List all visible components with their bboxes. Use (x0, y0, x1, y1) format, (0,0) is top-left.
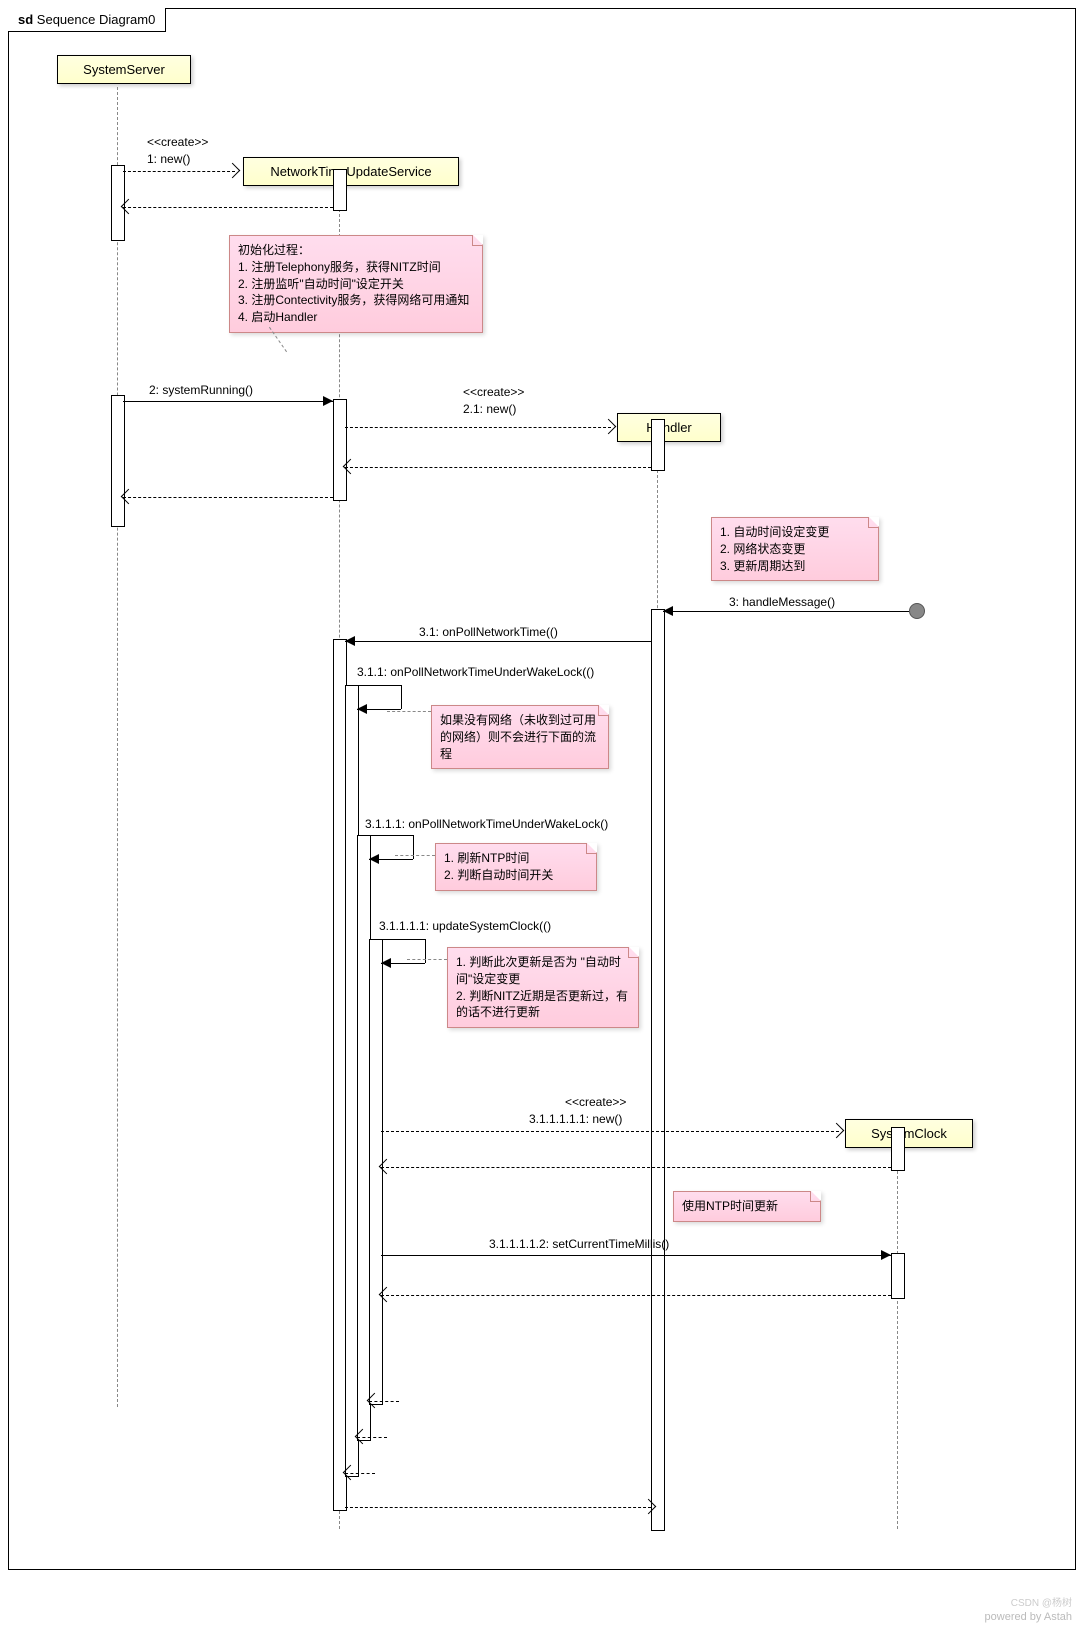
arrow-head (663, 606, 673, 616)
note-nonetwork: 如果没有网络（未收到过可用的网络）则不会进行下面的流程 (431, 705, 609, 769)
lifeline-line (117, 87, 118, 1407)
arrow (381, 1131, 839, 1132)
msg-311112: 3.1.1.1.1.2: setCurrentTimeMillis() (489, 1237, 669, 1251)
activation (111, 395, 125, 527)
msg-2: 2: systemRunning() (149, 383, 253, 397)
arrow-head (323, 396, 333, 406)
note-trigger: 1. 自动时间设定变更 2. 网络状态变更 3. 更新周期达到 (711, 517, 879, 581)
arrow (381, 1255, 891, 1256)
arrow (663, 611, 909, 612)
arrow (123, 207, 333, 208)
msg-1-new: 1: new() (147, 152, 190, 166)
arrow (123, 401, 333, 402)
msg-create311111-stereo: <<create>> (565, 1095, 626, 1109)
activation (651, 609, 665, 1531)
msg-21: 2.1: new() (463, 402, 516, 416)
note-connector (407, 959, 447, 960)
lifeline-systemclock: SystemClock (845, 1119, 973, 1148)
arrow-head (881, 1250, 891, 1260)
activation (369, 939, 383, 1405)
note-judge: 1. 判断此次更新是否为 "自动时间"设定变更 2. 判断NITZ近期是否更新过… (447, 947, 639, 1028)
frame-label: sd Sequence Diagram0 (8, 8, 166, 32)
msg-311111: 3.1.1.1.1.1: new() (529, 1112, 622, 1126)
activation (651, 419, 665, 471)
msg-31: 3.1: onPollNetworkTime(() (419, 625, 558, 639)
msg-create-stereo: <<create>> (147, 135, 208, 149)
arrow-head (345, 636, 355, 646)
arrow (345, 685, 401, 686)
note-ntp: 使用NTP时间更新 (673, 1191, 821, 1222)
activation (891, 1253, 905, 1299)
msg-3111: 3.1.1.1: onPollNetworkTimeUnderWakeLock(… (365, 817, 608, 831)
arrow (369, 939, 425, 940)
msg-3: 3: handleMessage() (729, 595, 835, 609)
arrow (345, 427, 611, 428)
arrow-head (369, 854, 379, 864)
msg-311: 3.1.1: onPollNetworkTimeUnderWakeLock(() (357, 665, 594, 679)
arrow (123, 497, 333, 498)
arrow (357, 835, 413, 836)
arrow-head (601, 419, 617, 435)
lifeline-ntus: NetworkTimeUpdateService (243, 157, 459, 186)
activation (333, 169, 347, 211)
arrow (345, 1507, 651, 1508)
arrow (401, 685, 402, 709)
arrow-head (829, 1123, 845, 1139)
found-msg-circle (909, 603, 925, 619)
arrow-head (225, 163, 241, 179)
arrow (345, 467, 651, 468)
msg-create21-stereo: <<create>> (463, 385, 524, 399)
activation (891, 1127, 905, 1171)
note-connector (395, 855, 435, 856)
msg-31111: 3.1.1.1.1: updateSystemClock(() (379, 919, 551, 933)
arrow-head (381, 958, 391, 968)
lifeline-handler: Handler (617, 413, 721, 442)
arrow (345, 641, 651, 642)
note-connector (387, 711, 431, 712)
arrow (381, 1167, 891, 1168)
arrow-head (357, 704, 367, 714)
lifeline-line (897, 1151, 898, 1529)
note-init: 初始化过程： 1. 注册Telephony服务，获得NITZ时间 2. 注册监听… (229, 235, 483, 333)
note-refresh: 1. 刷新NTP时间 2. 判断自动时间开关 (435, 843, 597, 891)
arrow (381, 1295, 891, 1296)
arrow (123, 171, 235, 172)
watermark: CSDN @杨树 (1011, 1594, 1072, 1609)
activation (333, 399, 347, 501)
footer-credit: powered by Astah (985, 1611, 1072, 1623)
lifeline-systemserver: SystemServer (57, 55, 191, 84)
